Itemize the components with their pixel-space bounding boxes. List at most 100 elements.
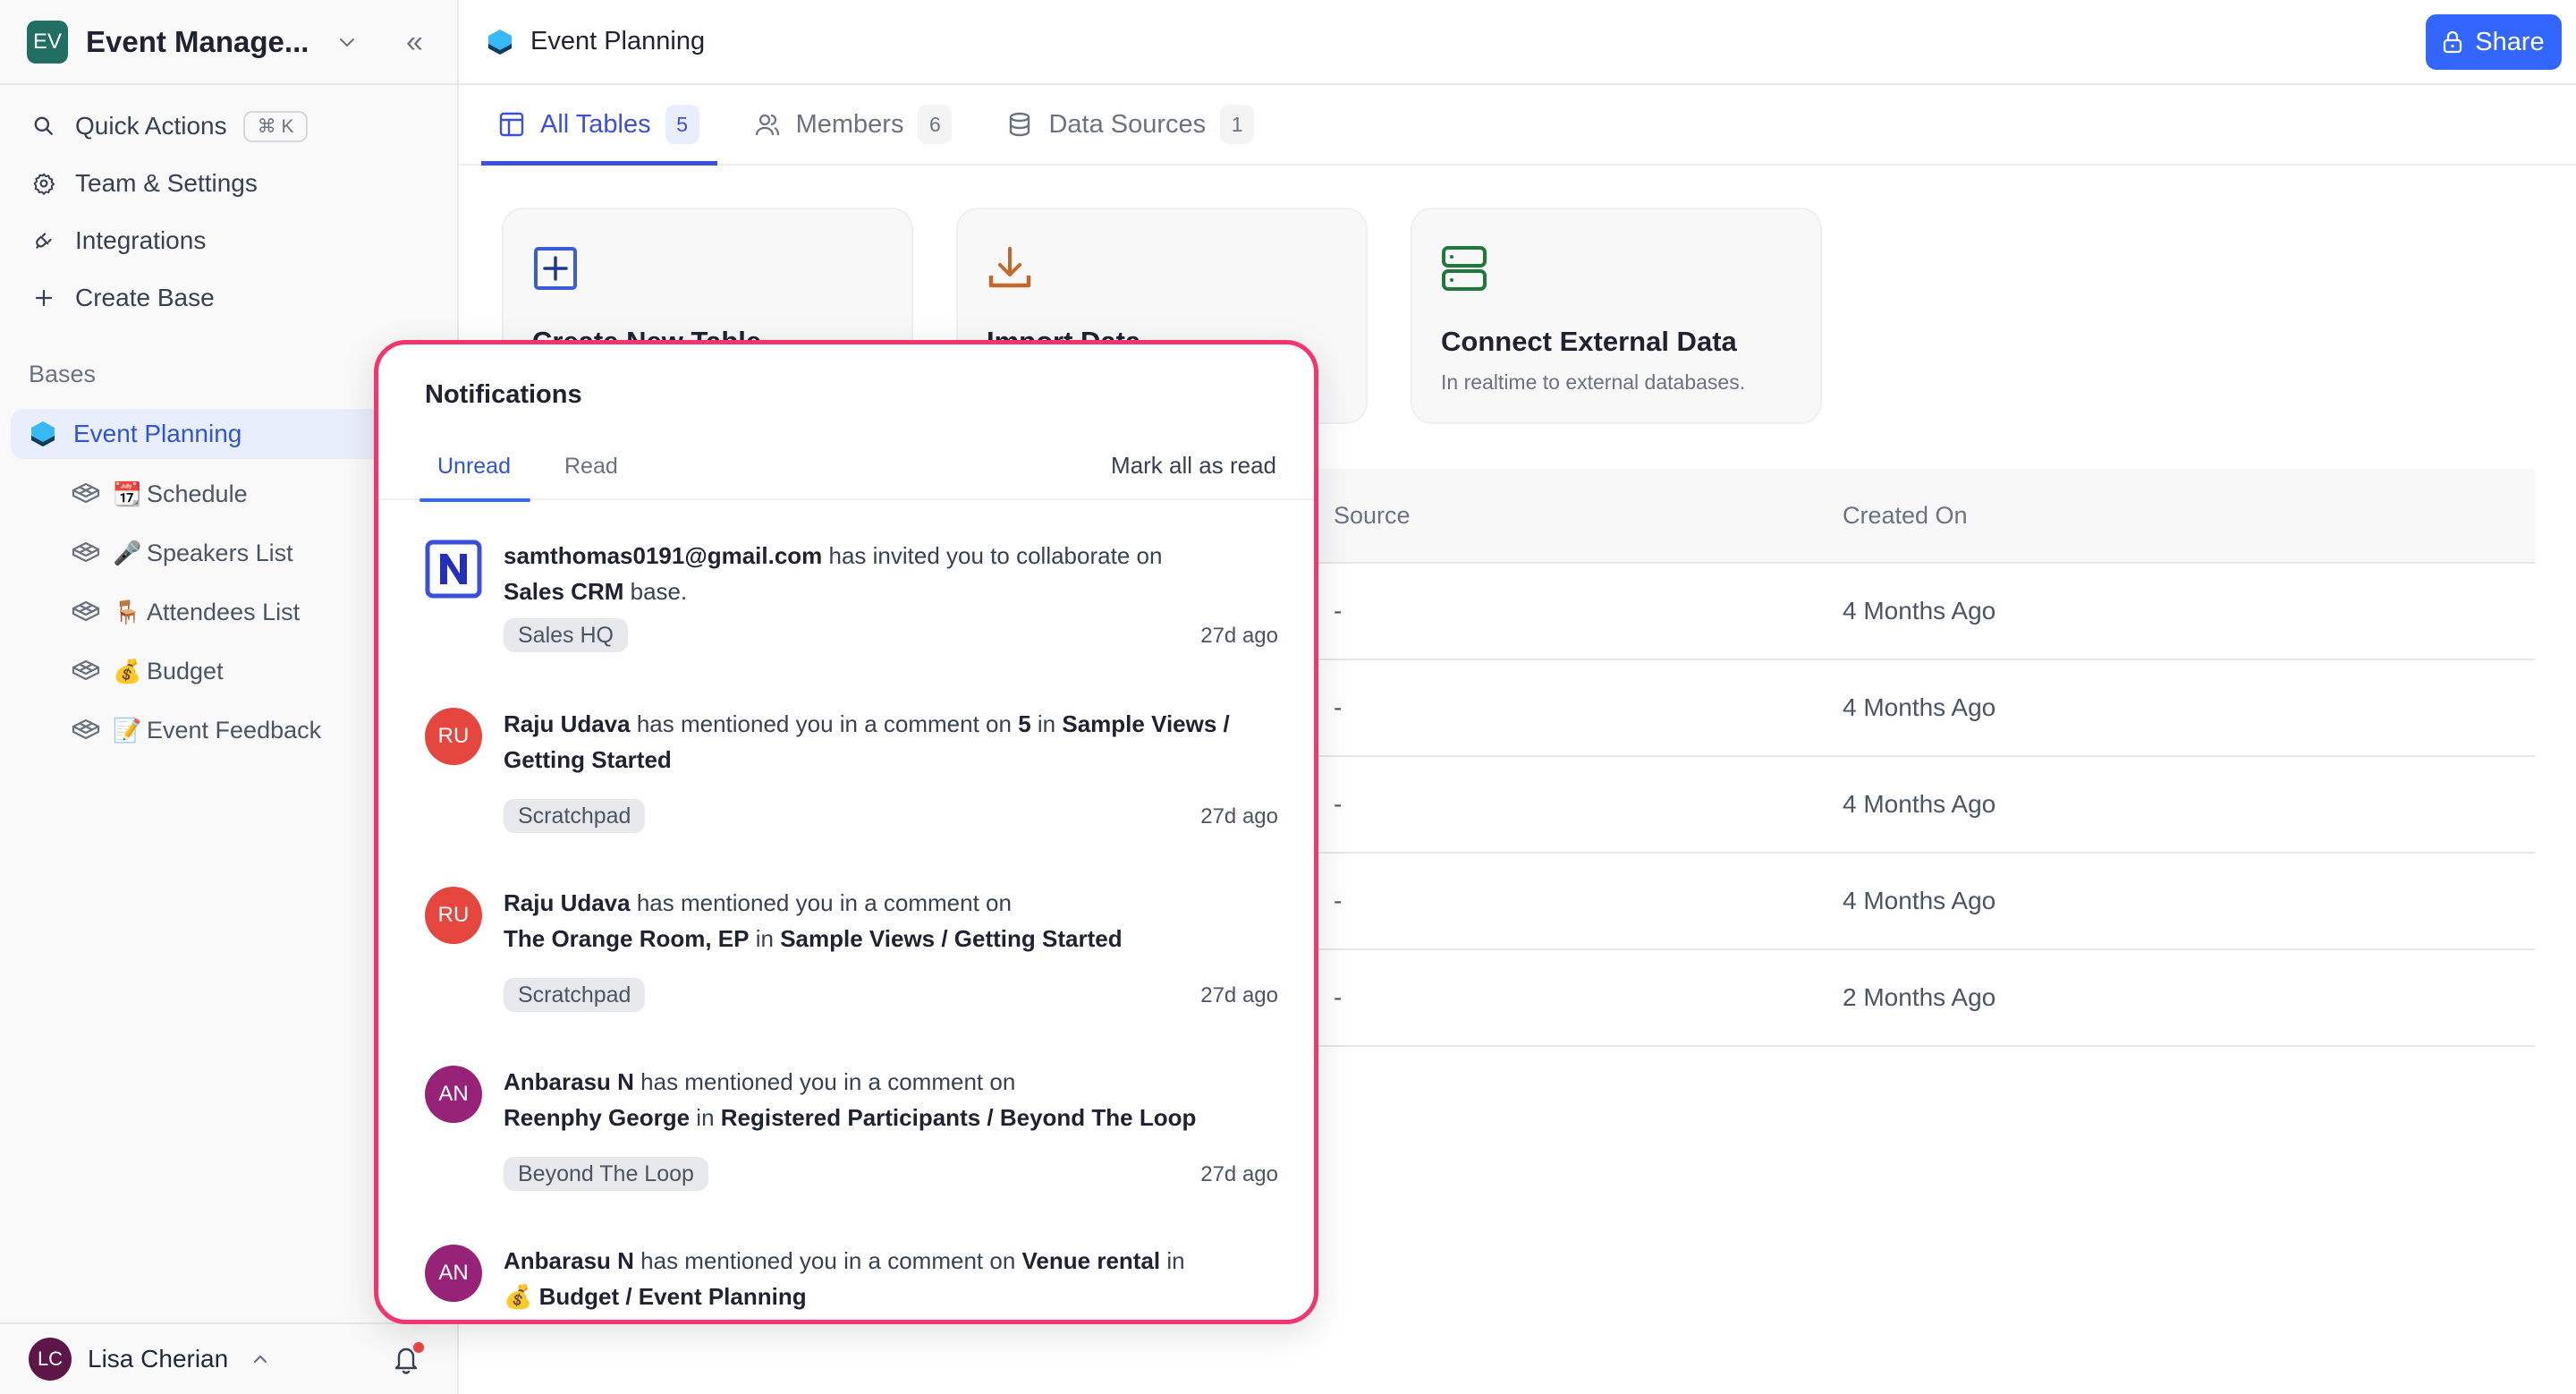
notification-text: samthomas0191@gmail.com has invited you … [504, 538, 1246, 609]
column-header-source: Source [1334, 501, 1411, 529]
notification-message: in [1160, 1247, 1185, 1274]
notification-item[interactable]: AN Anbarasu N has mentioned you in a com… [425, 1243, 1282, 1320]
notification-text: Anbarasu N has mentioned you in a commen… [504, 1243, 1246, 1314]
notification-message: has mentioned you in a comment on [633, 1068, 1016, 1095]
connect-external-data-card[interactable]: Connect External Data In realtime to ext… [1411, 208, 1822, 424]
plus-icon [30, 285, 57, 311]
share-button[interactable]: Share [2426, 14, 2562, 70]
tab-unread[interactable]: Unread [419, 445, 530, 502]
app-logo-icon [425, 540, 482, 599]
notification-item[interactable]: samthomas0191@gmail.com has invited you … [425, 540, 1282, 692]
notification-actor: Anbarasu N [504, 1068, 634, 1095]
chevron-down-icon[interactable] [336, 31, 358, 53]
microphone-icon: 🎤 [113, 539, 142, 566]
table-label: Event Feedback [147, 716, 322, 744]
actor-avatar: AN [425, 1066, 482, 1123]
notification-actor: Anbarasu N [504, 1247, 634, 1274]
notification-message: has mentioned you in a comment on [633, 1247, 1022, 1274]
user-avatar: LC [29, 1338, 72, 1381]
calendar-icon: 📆 [113, 480, 142, 507]
notification-time: 27d ago [1200, 1162, 1278, 1186]
money-bag-icon: 💰 [113, 657, 142, 684]
notifications-title: Notifications [425, 380, 582, 409]
notification-text: Anbarasu N has mentioned you in a commen… [504, 1064, 1246, 1135]
notifications-button[interactable] [392, 1342, 424, 1378]
notification-location: Registered Participants / Beyond The Loo… [720, 1104, 1197, 1131]
notification-location: Sample Views / Getting Started [780, 925, 1123, 952]
notification-item[interactable]: AN Anbarasu N has mentioned you in a com… [425, 1066, 1282, 1227]
tab-label: Members [795, 109, 904, 139]
base-label: Event Planning [73, 420, 242, 447]
notification-actor[interactable]: samthomas0191@gmail.com [504, 542, 822, 569]
tab-read[interactable]: Read [564, 445, 618, 500]
sidebar-item-label: Quick Actions [75, 112, 227, 140]
cell-source: - [1334, 790, 1343, 818]
table-label: Schedule [147, 480, 248, 507]
cell-source: - [1334, 693, 1343, 721]
notification-time: 27d ago [1200, 804, 1278, 829]
cell-created: 4 Months Ago [1843, 887, 1996, 914]
database-icon [1010, 112, 1030, 137]
tab-all-tables[interactable]: All Tables 5 [481, 85, 717, 166]
notification-location: 💰 Budget / Event Planning [504, 1283, 807, 1310]
workspace-header[interactable]: EV Event Manage... « [0, 0, 457, 85]
tab-data-sources[interactable]: Data Sources 1 [989, 85, 1272, 164]
workspace-name[interactable]: Event Manage... [86, 25, 309, 59]
tab-count-badge: 5 [665, 105, 699, 144]
sidebar-item-create-base[interactable]: Create Base [0, 269, 457, 327]
sidebar-item-label: Create Base [75, 284, 215, 311]
notification-message: in [749, 925, 781, 952]
topbar: Event Planning Share [459, 0, 2576, 85]
plus-square-icon [534, 247, 577, 290]
notification-message: has mentioned you in a comment on [630, 889, 1012, 916]
notification-item[interactable]: RU Raju Udava has mentioned you in a com… [425, 887, 1282, 1048]
notification-base: Sales CRM [504, 578, 624, 605]
notification-message: in [1030, 710, 1063, 737]
notification-record: Reenphy George [504, 1104, 691, 1131]
collapse-sidebar-icon[interactable]: « [406, 27, 423, 57]
table-icon [72, 482, 100, 504]
chair-icon: 🪑 [113, 598, 142, 625]
user-menu[interactable]: LC Lisa Cherian [0, 1322, 457, 1394]
actor-avatar: AN [425, 1245, 482, 1302]
sidebar-item-team-settings[interactable]: Team & Settings [0, 155, 457, 212]
table-label: Speakers List [147, 539, 293, 566]
table-label: Budget [147, 657, 224, 684]
notification-actor: Raju Udava [504, 889, 631, 916]
notification-message: has invited you to collaborate on [822, 542, 1163, 569]
unread-indicator [413, 1342, 424, 1353]
notification-time: 27d ago [1200, 624, 1278, 648]
actor-avatar: RU [425, 887, 482, 944]
notification-record: 5 [1018, 710, 1031, 737]
plug-icon [30, 227, 57, 254]
actor-avatar: RU [425, 708, 482, 765]
notification-text: Raju Udava has mentioned you in a commen… [504, 706, 1246, 778]
tab-members[interactable]: Members 6 [737, 85, 970, 164]
base-icon [488, 29, 512, 55]
download-icon [988, 247, 1031, 288]
server-icon [1442, 246, 1487, 291]
users-icon [755, 114, 779, 136]
card-title: Connect External Data [1441, 326, 1737, 357]
notification-item[interactable]: RU Raju Udava has mentioned you in a com… [425, 708, 1282, 869]
chevron-up-icon[interactable] [250, 1348, 271, 1370]
notification-record: Venue rental [1021, 1247, 1161, 1274]
tab-label: All Tables [540, 109, 651, 139]
workspace-chip: Scratchpad [504, 799, 646, 833]
table-label: Attendees List [147, 598, 301, 625]
notification-time: 27d ago [1200, 983, 1278, 1007]
sidebar-item-label: Team & Settings [75, 169, 258, 197]
sidebar-item-integrations[interactable]: Integrations [0, 212, 457, 269]
sidebar-nav: Quick Actions ⌘ K Team & Settings Integr… [0, 85, 457, 327]
sidebar-item-quick-actions[interactable]: Quick Actions ⌘ K [0, 98, 457, 155]
notifications-popover: Notifications Unread Read Mark all as re… [374, 340, 1318, 1324]
tab-label: Data Sources [1048, 109, 1207, 139]
memo-icon: 📝 [113, 716, 142, 744]
mark-all-read-button[interactable]: Mark all as read [1111, 452, 1276, 480]
cell-source: - [1334, 983, 1343, 1011]
notification-text: Raju Udava has mentioned you in a commen… [504, 885, 1246, 956]
table-icon [499, 112, 524, 137]
lock-icon [2444, 30, 2462, 54]
column-header-created: Created On [1843, 501, 1968, 529]
workspace-chip: Beyond The Loop [504, 1157, 708, 1191]
